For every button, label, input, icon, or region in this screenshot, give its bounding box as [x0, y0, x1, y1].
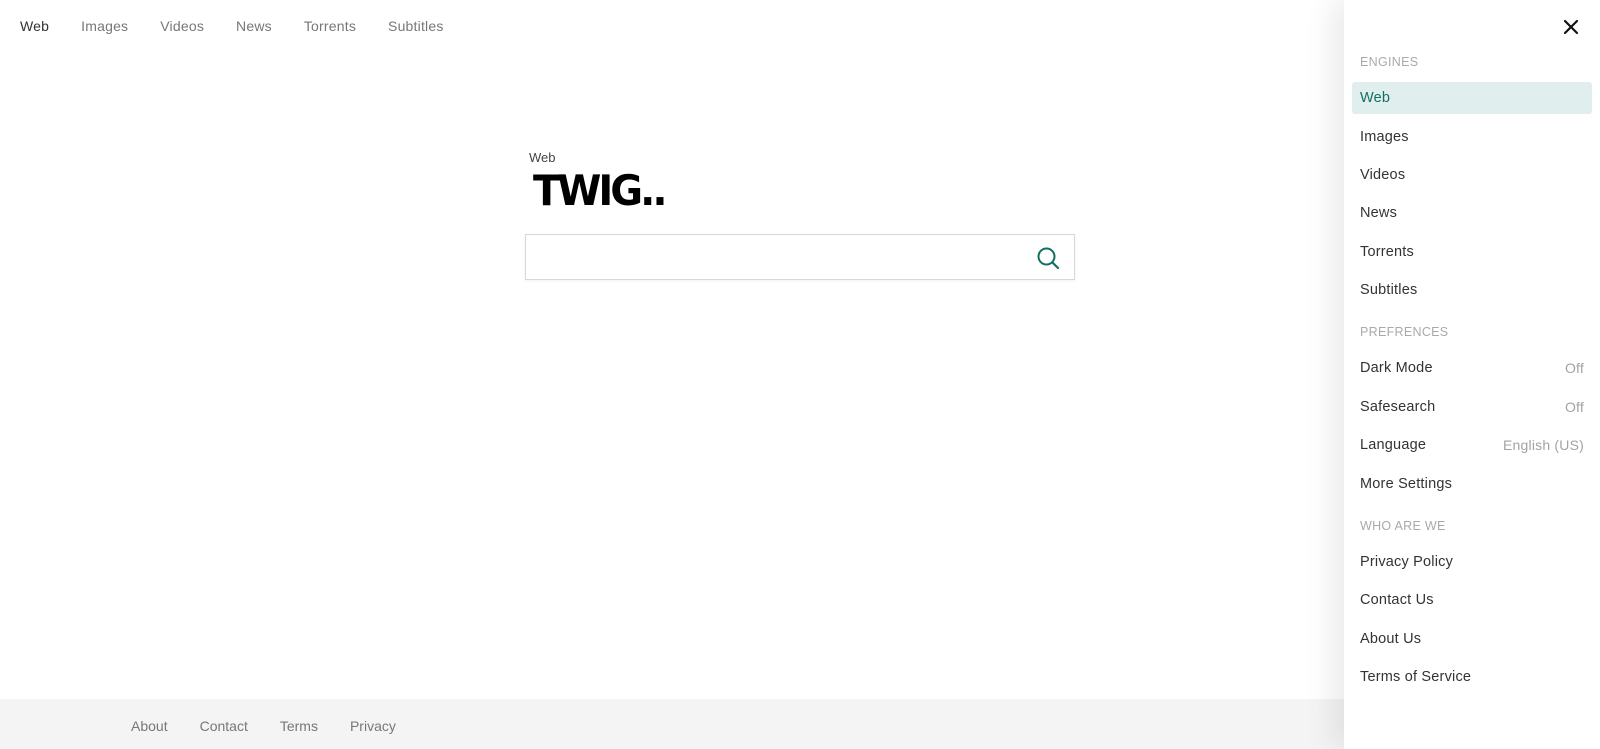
dark-mode-value: Off	[1564, 360, 1584, 376]
menu-engine-torrents[interactable]: Torrents	[1352, 236, 1592, 268]
footer-privacy-link[interactable]: Privacy	[350, 717, 396, 735]
more-settings-label: More Settings	[1360, 476, 1453, 492]
menu-terms-of-service[interactable]: Terms of Service	[1352, 661, 1592, 693]
search-hero: Web TWIG..	[525, 150, 1075, 280]
footer-about-link[interactable]: About	[131, 717, 168, 735]
close-icon[interactable]	[1560, 16, 1582, 38]
menu-language[interactable]: Language English (US)	[1352, 429, 1592, 461]
preferences-section-title: PREFRENCES	[1360, 325, 1449, 339]
nav-torrents[interactable]: Torrents	[304, 16, 356, 36]
menu-safesearch[interactable]: Safesearch Off	[1352, 391, 1592, 423]
search-icon[interactable]	[1036, 246, 1060, 270]
search-input[interactable]	[526, 235, 1006, 279]
top-nav: Web Images Videos News Torrents Subtitle…	[20, 16, 476, 36]
logo[interactable]: TWIG..	[533, 168, 1075, 218]
footer-contact-link[interactable]: Contact	[200, 717, 248, 735]
footer-links: About Contact Terms Privacy	[131, 717, 428, 735]
nav-web[interactable]: Web	[20, 16, 49, 36]
menu-engine-videos[interactable]: Videos	[1352, 159, 1592, 191]
engines-section-title: ENGINES	[1360, 55, 1419, 69]
menu-engine-web[interactable]: Web	[1352, 82, 1592, 114]
language-value: English (US)	[1503, 437, 1584, 453]
menu-engine-subtitles[interactable]: Subtitles	[1352, 274, 1592, 306]
menu-contact-us[interactable]: Contact Us	[1352, 584, 1592, 616]
engine-label: Web	[529, 150, 556, 165]
footer-terms-link[interactable]: Terms	[280, 717, 318, 735]
nav-subtitles[interactable]: Subtitles	[388, 16, 444, 36]
side-menu-panel: ENGINES Web Images Videos News Torrents …	[1344, 0, 1600, 749]
search-box	[525, 234, 1075, 280]
menu-about-us[interactable]: About Us	[1352, 623, 1592, 655]
nav-videos[interactable]: Videos	[160, 16, 204, 36]
menu-dark-mode[interactable]: Dark Mode Off	[1352, 352, 1592, 384]
dark-mode-label: Dark Mode	[1360, 360, 1433, 376]
safesearch-label: Safesearch	[1360, 399, 1436, 415]
language-label: Language	[1360, 437, 1427, 453]
menu-engine-images[interactable]: Images	[1352, 121, 1592, 153]
page: Web Images Videos News Torrents Subtitle…	[0, 0, 1600, 749]
menu-privacy-policy[interactable]: Privacy Policy	[1352, 546, 1592, 578]
menu-more-settings[interactable]: More Settings	[1352, 468, 1592, 500]
safesearch-value: Off	[1564, 399, 1584, 415]
menu-engine-news[interactable]: News	[1352, 197, 1592, 229]
nav-news[interactable]: News	[236, 16, 272, 36]
who-section-title: WHO ARE WE	[1360, 519, 1446, 533]
nav-images[interactable]: Images	[81, 16, 128, 36]
